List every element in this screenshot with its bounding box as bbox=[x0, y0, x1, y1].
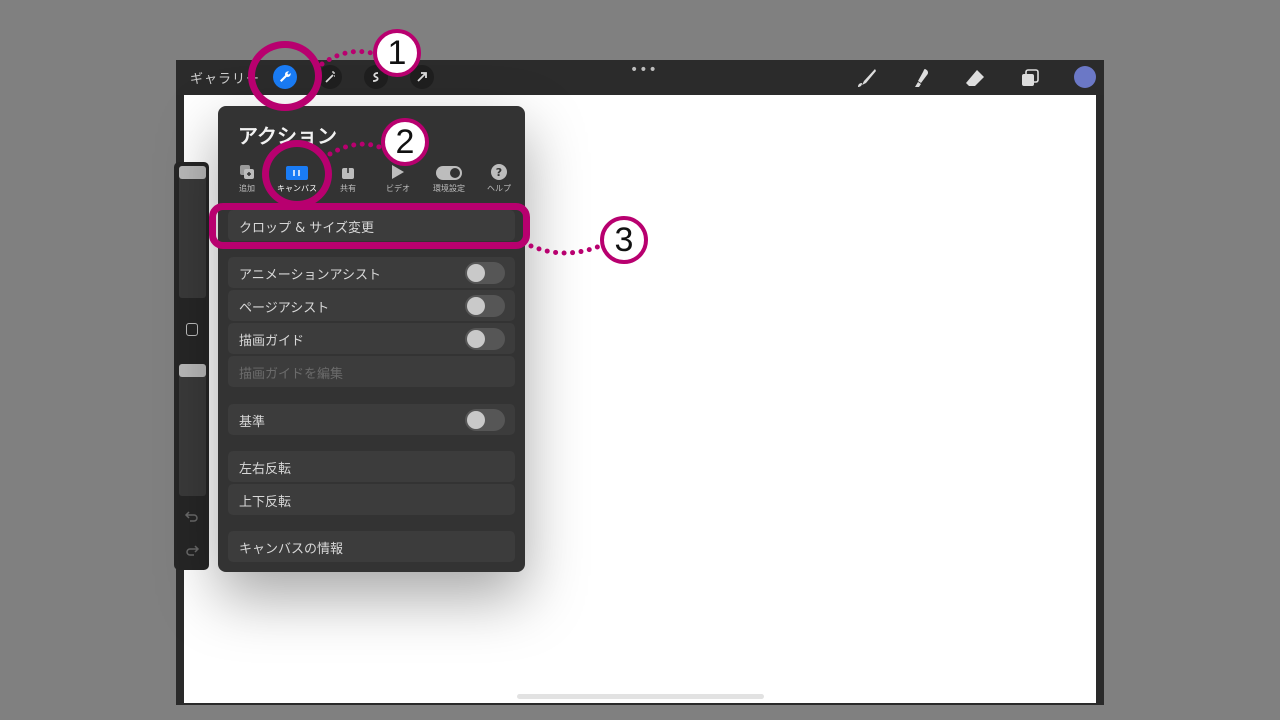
callout-number-1: 1 bbox=[373, 29, 421, 77]
callout-connectors bbox=[319, 49, 603, 256]
callout-number-2: 2 bbox=[381, 118, 429, 166]
callout-number-3: 3 bbox=[600, 216, 648, 264]
